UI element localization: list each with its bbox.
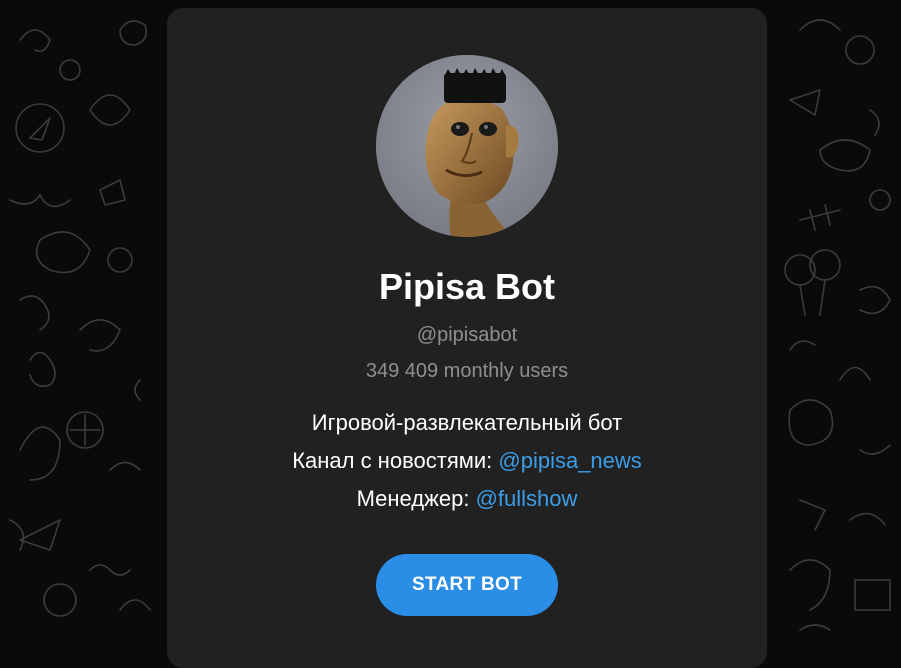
bot-avatar: [376, 55, 558, 237]
avatar-portrait-icon: [376, 55, 558, 237]
manager-label: Менеджер:: [356, 486, 476, 511]
start-bot-button[interactable]: START BOT: [376, 554, 558, 616]
bot-name: Pipisa Bot: [378, 266, 556, 307]
manager-link[interactable]: @fullshow: [476, 486, 578, 511]
bot-profile-card: Pipisa Bot @pipisabot 349 409 monthly us…: [167, 8, 767, 668]
monthly-users-count: 349 409 monthly users: [365, 360, 569, 382]
description-line-1: Игровой-развлекательный бот: [311, 410, 623, 435]
news-channel-label: Канал с новостями:: [292, 448, 499, 473]
news-channel-link[interactable]: @pipisa_news: [498, 448, 641, 473]
bot-description: Игровой-развлекательный бот Канал с ново…: [292, 404, 642, 518]
bot-username: @pipisabot: [416, 324, 518, 346]
description-line-3: Менеджер: @fullshow: [292, 480, 642, 518]
description-line-2: Канал с новостями: @pipisa_news: [292, 442, 642, 480]
